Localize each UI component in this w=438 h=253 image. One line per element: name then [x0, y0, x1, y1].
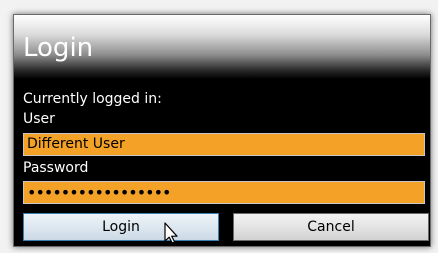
title-bar: Login	[14, 15, 430, 79]
dialog-title: Login	[23, 33, 94, 63]
currently-logged-in-label: Currently logged in:	[23, 91, 162, 107]
password-field[interactable]: •••••••••••••••••	[23, 181, 425, 204]
current-user-label: User	[23, 111, 55, 127]
login-dialog: Login Currently logged in: User Differen…	[13, 14, 431, 247]
cancel-button[interactable]: Cancel	[233, 213, 429, 241]
login-button[interactable]: Login	[23, 213, 219, 241]
mouse-pointer-icon	[164, 222, 178, 244]
password-label: Password	[23, 160, 89, 176]
user-field[interactable]: Different User	[23, 133, 425, 156]
